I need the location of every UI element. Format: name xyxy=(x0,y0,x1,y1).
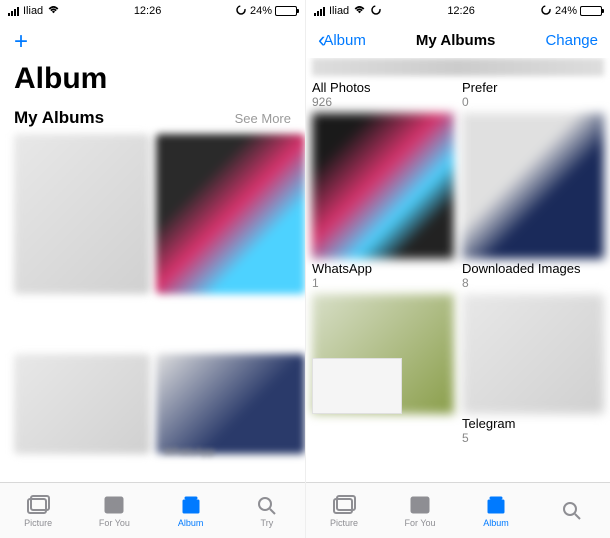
album-thumb[interactable] xyxy=(14,354,150,454)
album-item[interactable] xyxy=(462,290,604,414)
album-count: 926 xyxy=(312,95,454,109)
album-name: Telegram xyxy=(462,414,604,431)
album-item[interactable] xyxy=(312,414,454,445)
album-thumb xyxy=(462,113,604,259)
photos-icon xyxy=(25,494,51,516)
screen-albums-overview: Iliad 12:26 24% + Album My Albums See Mo… xyxy=(0,0,305,538)
tab-bar: Picture For You Album xyxy=(306,482,610,538)
album-item[interactable]: WhatsApp 1 xyxy=(312,259,454,290)
album-name: All Photos xyxy=(312,78,454,95)
album-count: 5 xyxy=(462,431,604,445)
signal-icon xyxy=(8,7,19,16)
heart-square-icon xyxy=(407,494,433,516)
album-count: 8 xyxy=(462,276,604,290)
albums-grid[interactable]: WhatsApp xyxy=(0,134,305,482)
album-thumb[interactable] xyxy=(14,134,150,294)
album-thumb xyxy=(462,294,604,414)
album-name xyxy=(312,414,454,416)
battery-icon xyxy=(275,6,297,16)
wifi-icon xyxy=(47,5,60,18)
tab-search[interactable] xyxy=(534,483,610,538)
album-thumb[interactable] xyxy=(156,134,305,294)
nav-title: My Albums xyxy=(416,32,495,49)
clock: 12:26 xyxy=(447,5,475,17)
album-item[interactable]: Prefer 0 xyxy=(462,78,604,109)
blurred-label: WhatsApp xyxy=(14,446,305,458)
add-button[interactable]: + xyxy=(14,28,28,55)
tab-foryou[interactable]: For You xyxy=(76,483,152,538)
album-item[interactable]: Downloaded Images 8 xyxy=(462,259,604,290)
heart-square-icon xyxy=(101,494,127,516)
album-name: Downloaded Images xyxy=(462,259,604,276)
tab-foryou[interactable]: For You xyxy=(382,483,458,538)
tab-label: For You xyxy=(99,518,130,528)
album-thumb-overlay xyxy=(312,358,402,414)
tab-label: Picture xyxy=(330,518,358,528)
albums-grid[interactable]: All Photos 926 Prefer 0 WhatsApp 1 Downl… xyxy=(306,58,610,482)
loading-icon xyxy=(235,4,247,19)
tab-picture[interactable]: Picture xyxy=(306,483,382,538)
album-item[interactable] xyxy=(462,113,604,259)
signal-icon xyxy=(314,7,325,16)
battery-pct: 24% xyxy=(555,5,577,17)
album-item[interactable] xyxy=(312,113,454,259)
search-icon xyxy=(559,499,585,521)
screen-my-albums: Iliad 12:26 24% ‹ Album My Albums Change… xyxy=(305,0,610,538)
tab-label: Album xyxy=(178,518,204,528)
loading-icon xyxy=(540,4,552,19)
album-thumb xyxy=(312,113,454,259)
album-item[interactable]: Telegram 5 xyxy=(462,414,604,445)
section-title: My Albums xyxy=(14,108,104,128)
see-more-link[interactable]: See More xyxy=(235,111,291,126)
back-button[interactable]: ‹ Album xyxy=(318,27,366,53)
battery-icon xyxy=(580,6,602,16)
album-icon xyxy=(483,494,509,516)
wifi-icon xyxy=(353,5,366,18)
tab-label: Album xyxy=(483,518,509,528)
status-bar: Iliad 12:26 24% xyxy=(0,0,305,22)
carrier-label: Iliad xyxy=(23,5,43,17)
album-count: 1 xyxy=(312,276,454,290)
album-name: Prefer xyxy=(462,78,604,95)
tab-bar: Picture For You Album Try xyxy=(0,482,305,538)
search-icon xyxy=(254,494,280,516)
tab-picture[interactable]: Picture xyxy=(0,483,76,538)
album-strip[interactable] xyxy=(312,58,604,76)
album-item[interactable] xyxy=(312,290,454,414)
tab-label: Try xyxy=(261,518,274,528)
clock: 12:26 xyxy=(134,5,162,17)
loading-icon xyxy=(370,4,382,19)
album-icon xyxy=(178,494,204,516)
album-count: 0 xyxy=(462,95,604,109)
battery-pct: 24% xyxy=(250,5,272,17)
tab-album[interactable]: Album xyxy=(458,483,534,538)
section-header: My Albums See More xyxy=(0,108,305,134)
album-name: WhatsApp xyxy=(312,259,454,276)
tab-search[interactable]: Try xyxy=(229,483,305,538)
photos-icon xyxy=(331,494,357,516)
nav-bar: ‹ Album My Albums Change xyxy=(306,22,610,58)
tab-album[interactable]: Album xyxy=(153,483,229,538)
change-button[interactable]: Change xyxy=(545,32,598,49)
page-title: Album xyxy=(0,60,305,108)
status-bar: Iliad 12:26 24% xyxy=(306,0,610,22)
tab-label: Picture xyxy=(24,518,52,528)
album-item[interactable]: All Photos 926 xyxy=(312,78,454,109)
carrier-label: Iliad xyxy=(329,5,349,17)
toolbar: + xyxy=(0,22,305,60)
album-thumb[interactable] xyxy=(156,354,305,454)
tab-label: For You xyxy=(404,518,435,528)
back-label: Album xyxy=(323,32,366,49)
